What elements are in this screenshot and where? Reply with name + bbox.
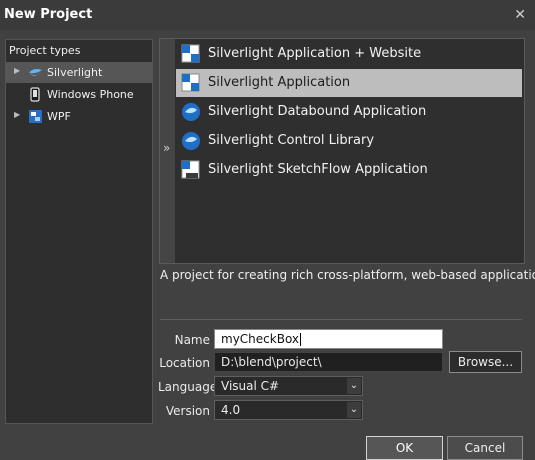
name-label: Name [174,333,210,347]
collapse-panel-toggle[interactable]: » [160,39,175,263]
cancel-button[interactable]: Cancel [447,436,523,460]
browse-button[interactable]: Browse... [449,351,522,373]
template-item-sketchflow[interactable]: Silverlight SketchFlow Application [176,156,522,184]
chevron-down-icon[interactable]: ⌄ [347,402,361,418]
language-label: Language [158,380,218,394]
silverlight-icon [29,69,42,76]
template-item-app[interactable]: Silverlight Application [176,69,522,97]
project-type-label: Windows Phone [47,88,134,101]
language-dropdown[interactable]: Visual C# ⌄ [214,376,363,396]
location-label: Location [159,356,210,370]
close-icon[interactable]: ✕ [514,7,526,23]
text-caret [300,333,302,346]
project-type-label: WPF [47,110,71,123]
template-item-databound[interactable]: Silverlight Databound Application [176,98,522,126]
template-label: Silverlight SketchFlow Application [208,162,428,177]
control-library-icon [182,132,200,150]
templates-list: » Silverlight Application + Website Silv… [159,38,525,264]
phone-icon [30,87,40,102]
divider [160,319,522,320]
dialog-title: New Project [4,7,93,22]
template-description: A project for creating rich cross-platfo… [160,268,535,282]
chevron-down-icon[interactable]: ⌄ [347,378,361,394]
template-label: Silverlight Application + Website [208,46,422,61]
double-chevron-icon: » [163,141,171,155]
project-name-value: myCheckBox [221,332,300,346]
databound-icon [182,103,200,121]
template-label: Silverlight Application [208,75,351,90]
version-label: Version [165,404,210,418]
sketchflow-icon [181,160,200,179]
version-value: 4.0 [221,403,241,417]
template-label: Silverlight Databound Application [208,104,427,119]
expand-arrow-icon[interactable]: ▶ [14,66,20,75]
project-types-panel: Project types ▶ Silverlight Windows Phon… [5,39,153,424]
wpf-icon [29,110,42,123]
version-dropdown[interactable]: 4.0 ⌄ [214,400,363,420]
ok-button[interactable]: OK [366,436,443,460]
project-type-silverlight[interactable]: ▶ Silverlight [6,62,152,83]
project-type-windows-phone[interactable]: Windows Phone [6,84,152,105]
project-name-input[interactable]: myCheckBox [214,329,443,349]
app-website-icon [181,44,200,63]
language-value: Visual C# [221,379,280,393]
dialog-titlebar: New Project ✕ [0,0,535,30]
project-type-wpf[interactable]: ▶ WPF [6,106,152,127]
app-icon [181,73,200,92]
location-input[interactable]: D:\blend\project\ [214,352,443,372]
project-type-label: Silverlight [47,66,103,79]
template-item-control-library[interactable]: Silverlight Control Library [176,127,522,155]
expand-arrow-icon[interactable]: ▶ [14,110,20,119]
project-types-header: Project types [9,44,81,57]
template-label: Silverlight Control Library [208,133,375,148]
template-item-app-website[interactable]: Silverlight Application + Website [176,40,522,68]
